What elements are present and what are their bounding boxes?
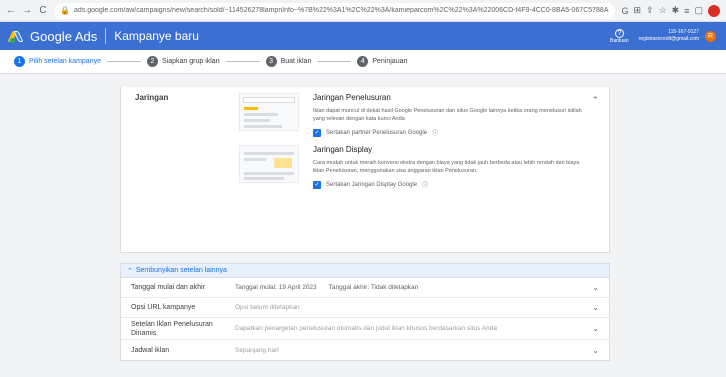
search-network-title: Jaringan Penelusuran <box>313 93 391 102</box>
step-label: Buat iklan <box>280 58 312 65</box>
app-header: Google Ads Kampanye baru ? Bantuan 115-1… <box>0 22 726 50</box>
display-network-checkbox-row[interactable]: ✓ Sertakan Jaringan Display Google ⓘ <box>313 180 583 189</box>
search-network-desc: Iklan dapat muncul di dekat hasil Google… <box>313 108 582 122</box>
step-3[interactable]: 3 Buat iklan <box>265 56 312 67</box>
step-label: Peninjauan <box>372 58 408 65</box>
row-label: Setelan Iklan Penelusuran Dinamis <box>131 320 213 337</box>
account-info[interactable]: 115-167-9127 registrasicredit@gmail.com <box>639 29 699 43</box>
search-partners-checkbox-row[interactable]: ✓ Sertakan partner Penelusuran Google ⓘ <box>313 128 583 137</box>
step-number: 4 <box>357 56 369 67</box>
step-label: Siapkan grup iklan <box>162 58 220 65</box>
settings-row-url-options[interactable]: Opsi URL kampanye Opsi belum ditetapkan … <box>121 298 609 318</box>
step-number: 3 <box>265 56 277 67</box>
info-icon[interactable]: ⓘ <box>432 128 438 137</box>
search-network-illustration <box>239 93 299 131</box>
row-label: Jadwal iklan <box>131 346 170 354</box>
translate-icon[interactable]: ⊞ <box>634 5 642 16</box>
search-partners-label: Sertakan partner Penelusuran Google <box>326 129 428 136</box>
step-connector <box>225 61 260 62</box>
network-card: Jaringan Jaringan Penelusuran Iklan dapa… <box>120 87 610 253</box>
lock-icon: 🔒 <box>60 6 70 15</box>
step-4[interactable]: 4 Peninjauan <box>357 56 407 67</box>
page-title: Kampanye baru <box>114 29 199 43</box>
row-value: Sepanjang hari <box>235 346 279 354</box>
reading-list-icon[interactable]: ≡ <box>684 6 689 16</box>
extensions-area: G ⊞ ⇪ ☆ ✱ ≡ ▢ <box>621 4 720 17</box>
side-panel-icon[interactable]: ▢ <box>694 5 703 16</box>
help-label: Bantuan <box>609 37 629 44</box>
settings-row-dynamic-search[interactable]: Setelan Iklan Penelusuran Dinamis Dapatk… <box>121 318 609 340</box>
address-bar[interactable]: 🔒 ads.google.com/aw/campaigns/new/search… <box>54 2 616 19</box>
account-id: 115-167-9127 <box>668 29 699 35</box>
display-network-title: Jaringan Display <box>313 145 373 154</box>
main-content: Jaringan Jaringan Penelusuran Iklan dapa… <box>120 87 610 361</box>
chevron-up-icon: ⌃ <box>127 267 133 275</box>
row-label: Opsi URL kampanye <box>131 304 196 311</box>
brand-name: Google Ads <box>30 28 98 44</box>
profile-avatar[interactable] <box>708 4 720 17</box>
step-connector <box>317 61 352 62</box>
google-ads-logo-icon <box>7 30 24 43</box>
header-divider <box>105 28 107 44</box>
display-network-label: Sertakan Jaringan Display Google <box>326 181 418 188</box>
url-text: ads.google.com/aw/campaigns/new/search/s… <box>73 7 610 14</box>
row-value: Opsi belum ditetapkan <box>235 304 300 311</box>
browser-toolbar: ← → C 🔒 ads.google.com/aw/campaigns/new/… <box>0 0 726 22</box>
network-label: Jaringan <box>135 93 169 102</box>
row-value: Tanggal mulai: 19 April 2023 Tanggal akhi… <box>235 284 419 291</box>
hide-more-settings-toggle[interactable]: ⌃ Sembunyikan setelan lainnya <box>120 263 610 277</box>
forward-button[interactable]: → <box>22 5 32 16</box>
step-label: Pilih setelan kampanye <box>29 58 101 65</box>
share-icon[interactable]: ⇪ <box>646 5 654 16</box>
row-value: Dapatkan penargetan penelusuran otomatis… <box>235 325 497 332</box>
step-connector <box>107 61 141 62</box>
search-network-block: Jaringan Penelusuran Iklan dapat muncul … <box>239 93 583 137</box>
reload-button[interactable]: C <box>38 5 48 16</box>
display-network-desc: Cara mudah untuk meraih konversi ekstra … <box>313 160 580 174</box>
help-icon: ? <box>614 28 624 38</box>
display-network-illustration <box>239 145 299 183</box>
google-lens-icon[interactable]: G <box>621 6 628 16</box>
account-avatar[interactable]: R <box>705 30 716 42</box>
checkbox-checked-icon[interactable]: ✓ <box>313 180 321 189</box>
help-button[interactable]: ? Bantuan <box>609 28 629 44</box>
more-settings-list: Tanggal mulai dan akhir Tanggal mulai: 1… <box>120 277 610 361</box>
back-button[interactable]: ← <box>6 5 16 16</box>
chevron-down-icon[interactable]: ⌄ <box>592 346 599 355</box>
bookmark-star-icon[interactable]: ☆ <box>659 5 667 16</box>
hide-settings-label: Sembunyikan setelan lainnya <box>135 267 227 274</box>
network-section: Jaringan Jaringan Penelusuran Iklan dapa… <box>121 87 609 252</box>
row-label: Tanggal mulai dan akhir <box>131 284 205 291</box>
info-icon[interactable]: ⓘ <box>422 180 428 189</box>
checkbox-checked-icon[interactable]: ✓ <box>313 128 321 137</box>
account-email: registrasicredit@gmail.com <box>638 36 699 42</box>
step-number: 2 <box>147 56 158 67</box>
chevron-down-icon[interactable]: ⌄ <box>592 324 599 333</box>
settings-row-dates[interactable]: Tanggal mulai dan akhir Tanggal mulai: 1… <box>121 278 609 298</box>
chevron-down-icon[interactable]: ⌄ <box>592 283 599 292</box>
chevron-down-icon[interactable]: ⌄ <box>592 303 599 312</box>
network-options: Jaringan Penelusuran Iklan dapat muncul … <box>239 93 583 242</box>
step-number: 1 <box>14 56 25 67</box>
settings-row-ad-schedule[interactable]: Jadwal iklan Sepanjang hari ⌄ <box>121 340 609 360</box>
display-network-block: Jaringan Display Cara mudah untuk meraih… <box>239 145 583 189</box>
chevron-up-icon[interactable]: ⌃ <box>591 95 599 106</box>
step-2[interactable]: 2 Siapkan grup iklan <box>147 56 220 67</box>
step-1[interactable]: 1 Pilih setelan kampanye <box>14 56 101 67</box>
extensions-puzzle-icon[interactable]: ✱ <box>672 5 680 16</box>
campaign-stepper: 1 Pilih setelan kampanye 2 Siapkan grup … <box>0 50 726 74</box>
